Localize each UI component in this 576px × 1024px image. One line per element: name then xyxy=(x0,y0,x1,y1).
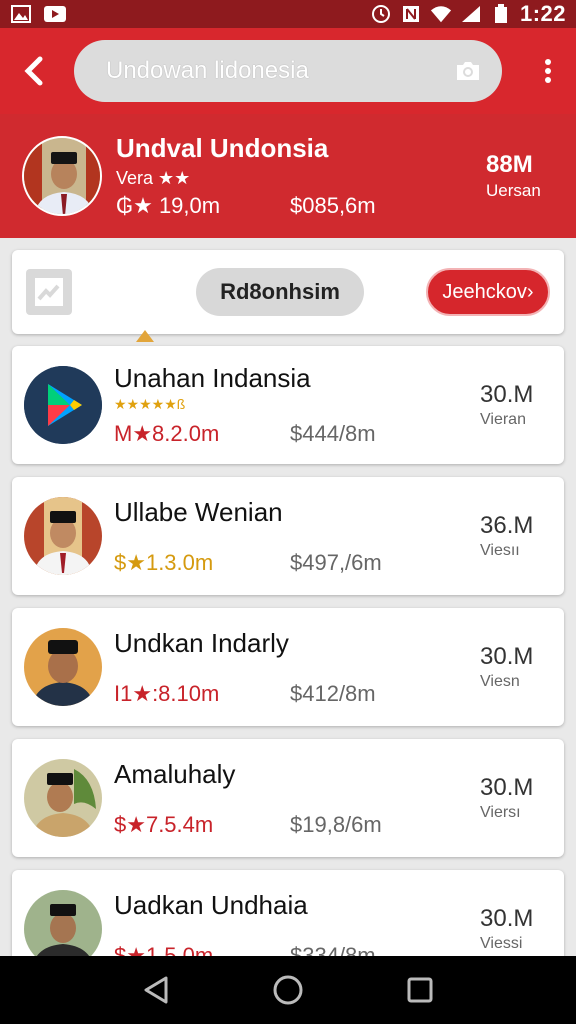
item-count-label: Viersı xyxy=(480,804,521,821)
item-stat-right: $497,/6m xyxy=(290,549,382,575)
item-name: Ullabe Wenian xyxy=(114,496,283,527)
avatar xyxy=(24,759,102,837)
square-recents-icon xyxy=(407,977,433,1003)
profile-stat-left: ₲★ 19,0m xyxy=(116,193,221,218)
trending-icon[interactable] xyxy=(26,269,72,315)
play-store-icon xyxy=(24,366,102,444)
nfc-icon xyxy=(400,5,422,23)
item-stat-right: $19,8/6m xyxy=(290,811,382,837)
list-item[interactable]: Amaluhaly $★7.5.4m $19,8/6m 30.M Viersı xyxy=(12,739,564,857)
item-count: 36.M xyxy=(480,512,534,539)
list-item[interactable]: Undkan Indarly I1★:8.10m $412/8m 30.M Vi… xyxy=(12,608,564,726)
item-rating: ★★★★★ß xyxy=(114,396,186,412)
overflow-menu-button[interactable] xyxy=(528,41,568,101)
filter-bar: Rd8onhsim Jeehckov› xyxy=(12,250,564,334)
status-bar: 1:22 xyxy=(0,0,576,28)
avatar xyxy=(24,497,102,575)
item-count-label: Viessi xyxy=(480,935,523,952)
filter-chip[interactable]: Rd8onhsim xyxy=(196,268,364,316)
alarm-icon xyxy=(370,5,392,23)
back-arrow-icon xyxy=(24,56,43,86)
camera-icon[interactable] xyxy=(452,55,484,87)
profile-count: 88M xyxy=(486,151,533,178)
more-vert-icon xyxy=(545,59,551,83)
item-stat-left: M★8.2.0m xyxy=(114,421,220,446)
profile-subtitle: Vera ★★ xyxy=(116,168,191,188)
item-stat-left: I1★:8.10m xyxy=(114,680,220,706)
avatar xyxy=(24,628,102,706)
featured-profile[interactable]: Undval Undonsia Vera ★★ ₲★ 19,0m $085,6m… xyxy=(0,114,576,238)
gallery-icon xyxy=(10,5,32,23)
item-count-label: Viesn xyxy=(480,673,520,690)
item-count: 30.M xyxy=(480,905,534,932)
results-list: Unahan Indansia ★★★★★ß M★8.2.0m $444/8m … xyxy=(12,346,564,1001)
profile-name: Undval Undonsia xyxy=(116,133,329,163)
item-stat-left: $★7.5.4m xyxy=(114,811,214,837)
profile-count-label: Uersan xyxy=(486,181,541,200)
wifi-icon xyxy=(430,5,452,23)
item-stat-left: $★1.3.0m xyxy=(114,549,214,575)
app-bar: Undowan lidonesia xyxy=(0,28,576,114)
search-input[interactable]: Undowan lidonesia xyxy=(74,40,502,102)
nav-back-button[interactable] xyxy=(134,968,178,1012)
youtube-icon xyxy=(44,5,66,23)
item-count: 30.M xyxy=(480,774,534,801)
item-count: 30.M xyxy=(480,381,534,408)
nav-home-button[interactable] xyxy=(266,968,310,1012)
avatar xyxy=(22,136,102,216)
back-button[interactable] xyxy=(4,41,64,101)
system-nav-bar xyxy=(0,956,576,1024)
circle-home-icon xyxy=(273,975,303,1005)
filter-chip-active[interactable]: Jeehckov› xyxy=(426,268,550,316)
item-count-label: Viesıı xyxy=(480,542,520,559)
search-query: Undowan lidonesia xyxy=(106,57,309,84)
battery-icon xyxy=(490,4,512,23)
item-name: Amaluhaly xyxy=(114,758,236,789)
triangle-back-icon xyxy=(144,976,168,1004)
item-count-label: Vieran xyxy=(480,411,526,428)
item-name: Unahan Indansia xyxy=(114,363,311,393)
item-stat-right: $412/8m xyxy=(290,680,376,706)
item-name: Uadkan Undhaia xyxy=(114,889,308,920)
list-item[interactable]: Ullabe Wenian $★1.3.0m $497,/6m 36.M Vie… xyxy=(12,477,564,595)
profile-stat-right: $085,6m xyxy=(290,193,376,218)
nav-recents-button[interactable] xyxy=(398,968,442,1012)
item-stat-right: $444/8m xyxy=(290,421,376,446)
caret-up-icon xyxy=(136,330,154,342)
list-item[interactable]: Unahan Indansia ★★★★★ß M★8.2.0m $444/8m … xyxy=(12,346,564,464)
item-name: Undkan Indarly xyxy=(114,627,289,658)
item-count: 30.M xyxy=(480,643,534,670)
clock-text: 1:22 xyxy=(519,1,566,26)
signal-icon xyxy=(460,5,482,23)
